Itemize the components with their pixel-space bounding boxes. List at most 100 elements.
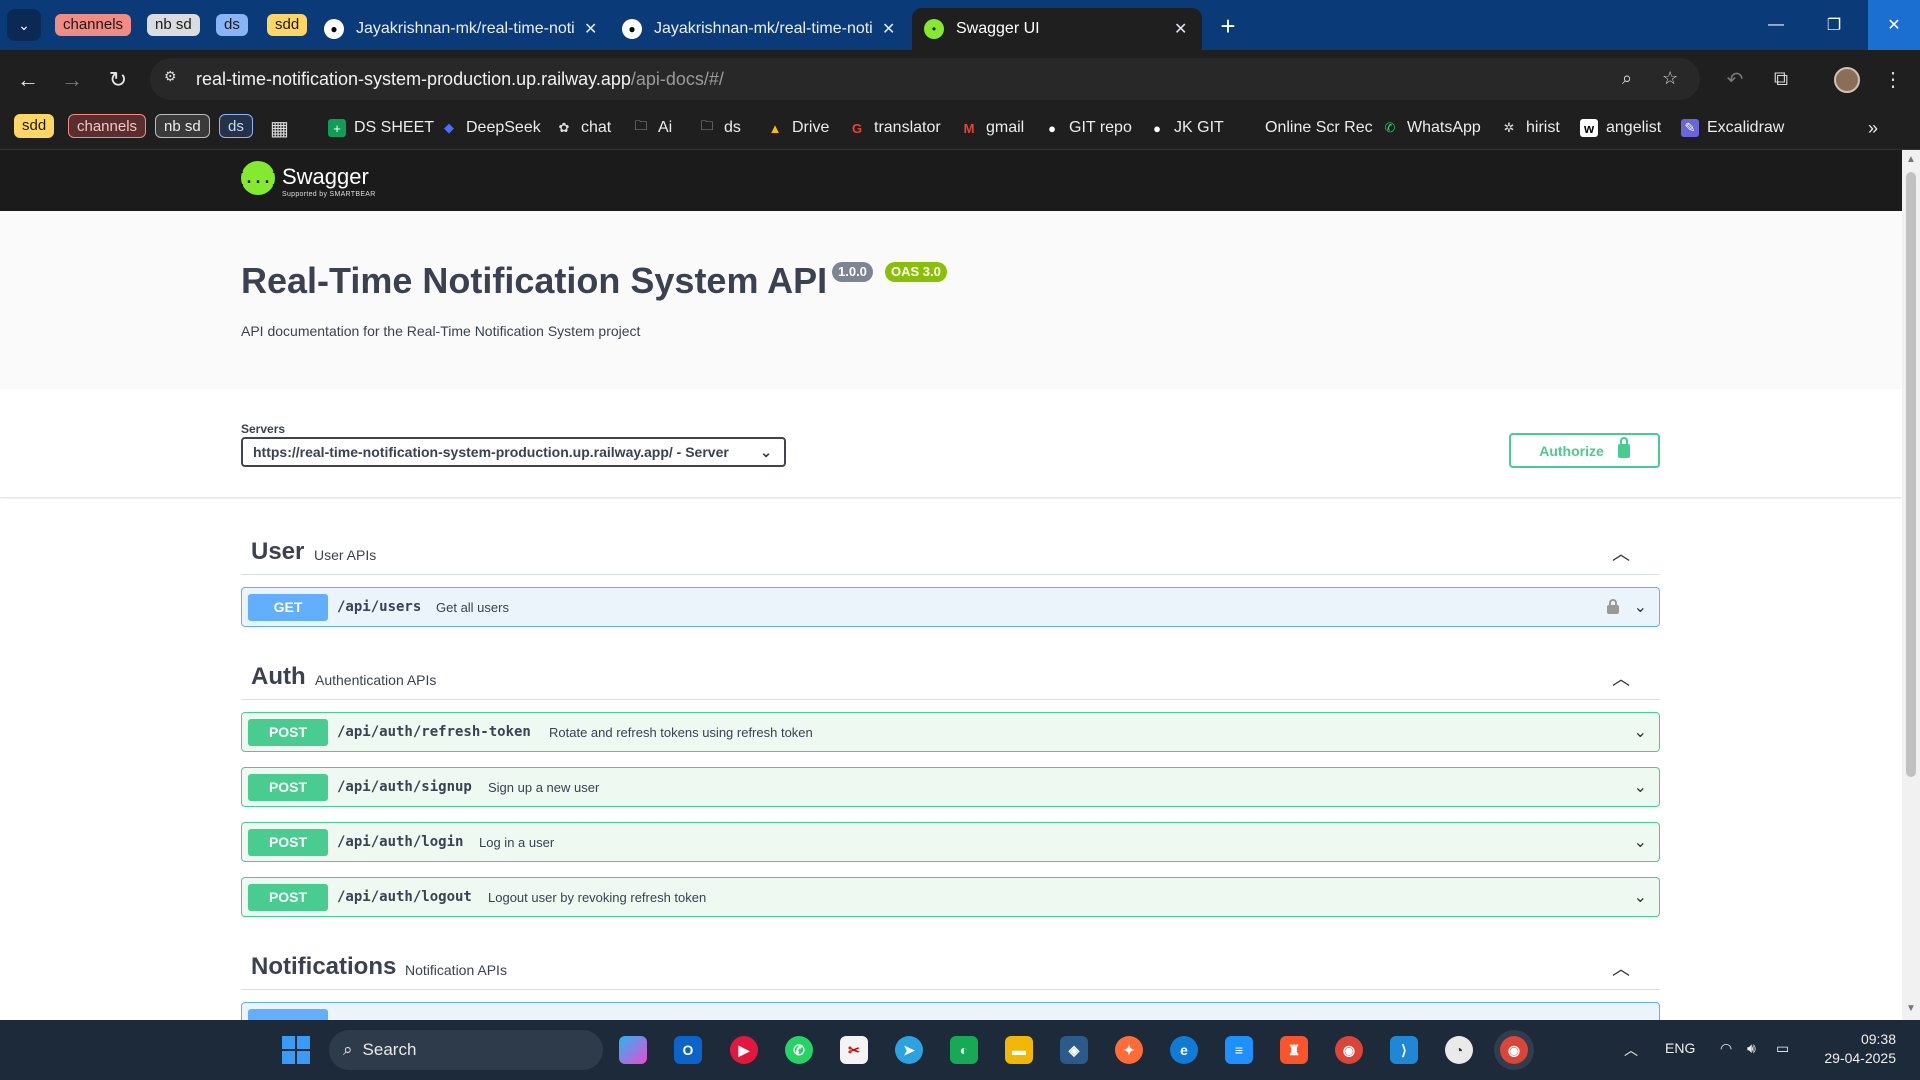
bookmark-group-ds[interactable]: ds [219, 114, 253, 138]
scroll-up-icon[interactable]: ▲ [1905, 154, 1917, 166]
youtube-music-icon[interactable]: ▶ [730, 1036, 758, 1064]
page-scrollbar[interactable]: ▲ ▼ [1902, 150, 1920, 1020]
language-indicator[interactable]: ENG [1665, 1040, 1695, 1056]
taskbar-clock[interactable]: 09:38 29-04-2025 [1810, 1030, 1896, 1068]
minimize-icon[interactable]: — [1752, 0, 1800, 50]
chrome-icon[interactable]: ◉ [1335, 1036, 1363, 1064]
tag-auth[interactable]: Auth Authentication APIs ︿ [241, 655, 1660, 700]
copilot-icon[interactable] [619, 1036, 647, 1064]
postman-icon[interactable]: ✦ [1115, 1036, 1143, 1064]
url-text[interactable]: real-time-notification-system-production… [196, 69, 724, 90]
bookmark-deepseek[interactable]: ◆ DeepSeek [440, 116, 541, 140]
tab-group-sdd[interactable]: sdd [267, 14, 308, 36]
operation-post-logout[interactable]: POST /api/auth/logout Logout user by rev… [241, 877, 1660, 917]
taskbar-search[interactable]: ⌕ Search [329, 1030, 603, 1070]
more-menu-icon[interactable]: ⋮ [1880, 66, 1906, 92]
forward-icon[interactable]: → [58, 66, 86, 94]
bookmark-group-channels[interactable]: channels [68, 114, 147, 138]
tab-swagger-ui[interactable]: • Swagger UI ✕ [912, 8, 1202, 50]
whatsapp-icon[interactable]: ✆ [785, 1036, 813, 1064]
mongodb-compass-icon[interactable]: ◐ [950, 1036, 978, 1064]
bookmark-group-sdd[interactable]: sdd [14, 114, 55, 138]
snipping-tool-icon[interactable]: ✂ [840, 1036, 868, 1064]
chevron-down-icon[interactable]: ⌄ [1634, 722, 1647, 742]
profile-avatar[interactable] [1834, 67, 1860, 93]
swagger-brand[interactable]: Swagger [282, 164, 369, 190]
bookmark-excalidraw[interactable]: ✎ Excalidraw [1681, 116, 1784, 140]
restore-icon[interactable]: ❐ [1810, 0, 1858, 50]
scrollbar-thumb[interactable] [1906, 172, 1916, 777]
bookmark-chat[interactable]: ✿ chat [555, 116, 612, 140]
tab-group-channels[interactable]: channels [55, 14, 132, 36]
apps-grid-icon[interactable]: ▦ [270, 116, 289, 140]
tab-group-nb-sd[interactable]: nb sd [147, 14, 200, 36]
bookmark-online-scr-rec[interactable]: Online Scr Rec [1265, 116, 1373, 140]
site-info-icon[interactable]: ⚙ [164, 68, 186, 90]
bookmark-whatsapp[interactable]: ✆ WhatsApp [1381, 116, 1481, 140]
bookmark-ds-sheet[interactable]: + DS SHEET [328, 116, 434, 140]
swagger-logo-icon[interactable]: {...} [235, 161, 281, 195]
address-bar[interactable]: ⚙ real-time-notification-system-producti… [150, 58, 1700, 100]
close-icon[interactable]: ✕ [882, 19, 895, 39]
close-window-icon[interactable]: ✕ [1868, 0, 1920, 50]
chevron-up-icon[interactable]: ︿ [1612, 955, 1630, 981]
operation-get-notifications-partial[interactable] [241, 1002, 1660, 1020]
operation-post-signup[interactable]: POST /api/auth/signup Sign up a new user… [241, 767, 1660, 807]
vscode-icon[interactable]: ⟩ [1390, 1036, 1418, 1064]
close-icon[interactable]: ✕ [584, 19, 597, 39]
back-icon[interactable]: ← [14, 66, 42, 94]
bookmark-git-repo[interactable]: ● GIT repo [1043, 116, 1132, 140]
tab-group-ds[interactable]: ds [216, 14, 248, 36]
scroll-down-icon[interactable]: ▼ [1905, 1003, 1917, 1015]
chevron-down-icon[interactable]: ⌄ [1634, 777, 1647, 797]
operation-post-login[interactable]: POST /api/auth/login Log in a user ⌄ [241, 822, 1660, 862]
more-bookmarks-icon[interactable]: » [1868, 116, 1878, 140]
chevron-down-icon[interactable]: ⌄ [1634, 832, 1647, 852]
chevron-down-icon[interactable]: ⌄ [1634, 597, 1647, 617]
operation-post-refresh-token[interactable]: POST /api/auth/refresh-token Rotate and … [241, 712, 1660, 752]
lock-icon[interactable] [1607, 599, 1619, 614]
bookmark-group-nb-sd[interactable]: nb sd [155, 114, 210, 138]
bookmark-star-icon[interactable]: ☆ [1662, 68, 1684, 90]
show-hidden-icons-chevron-icon[interactable]: ︿ [1624, 1040, 1638, 1060]
tag-notifications[interactable]: Notifications Notification APIs ︿ [241, 945, 1660, 990]
extensions-icon[interactable]: ⧉ [1768, 66, 1794, 92]
clock-app-icon[interactable]: ◔ [1445, 1036, 1473, 1064]
wifi-icon[interactable]: ◠ [1720, 1040, 1732, 1057]
telegram-icon[interactable]: ➤ [895, 1036, 923, 1064]
bookmark-translator[interactable]: Gtranslator [848, 116, 941, 140]
windows-start-icon[interactable] [282, 1036, 310, 1064]
chevron-up-icon[interactable]: ︿ [1612, 665, 1630, 691]
bookmark-angelist[interactable]: w angelist [1580, 116, 1661, 140]
authorize-button[interactable]: Authorize [1509, 433, 1660, 468]
chevron-up-icon[interactable]: ︿ [1612, 540, 1630, 566]
tab-github-1[interactable]: ● Jayakrishnan-mk/real-time-noti ✕ [312, 8, 610, 50]
bookmark-hirist[interactable]: ✲ hirist [1500, 116, 1560, 140]
chrome-active-icon[interactable]: ◉ [1500, 1036, 1528, 1064]
mysql-workbench-icon[interactable]: ◈ [1060, 1036, 1088, 1064]
bookmark-ai-folder[interactable]: 🗀 Ai [632, 116, 672, 140]
tag-user[interactable]: User User APIs ︿ [241, 530, 1660, 575]
bookmark-jk-git[interactable]: ● JK GIT [1148, 116, 1224, 140]
bookmark-drive[interactable]: ▲ Drive [766, 116, 830, 140]
share-icon[interactable]: ↶ [1722, 66, 1748, 92]
operation-summary: Get all users [436, 600, 509, 615]
volume-icon[interactable]: 🔊︎ [1747, 1040, 1756, 1057]
file-explorer-icon[interactable]: ▬ [1005, 1036, 1033, 1064]
tab-search-chevron-icon[interactable]: ⌄ [7, 9, 41, 41]
outlook-icon[interactable]: O [674, 1036, 702, 1064]
edge-icon[interactable]: e [1170, 1036, 1198, 1064]
chevron-down-icon[interactable]: ⌄ [1634, 887, 1647, 907]
battery-icon[interactable]: ▭ [1776, 1040, 1789, 1057]
server-select[interactable]: https://real-time-notification-system-pr… [241, 437, 786, 467]
notepad-icon[interactable]: ≡ [1225, 1036, 1253, 1064]
brave-icon[interactable]: ♜ [1280, 1036, 1308, 1064]
new-tab-button[interactable]: + [1212, 10, 1244, 42]
zoom-icon[interactable]: ⌕ [1622, 68, 1644, 90]
close-icon[interactable]: ✕ [1174, 19, 1187, 39]
reload-icon[interactable]: ↻ [104, 66, 132, 94]
operation-get-users[interactable]: GET /api/users Get all users ⌄ [241, 587, 1660, 627]
bookmark-gmail[interactable]: Mgmail [960, 116, 1025, 140]
tab-github-2[interactable]: ● Jayakrishnan-mk/real-time-noti ✕ [610, 8, 908, 50]
bookmark-ds-folder[interactable]: 🗀 ds [698, 116, 740, 140]
